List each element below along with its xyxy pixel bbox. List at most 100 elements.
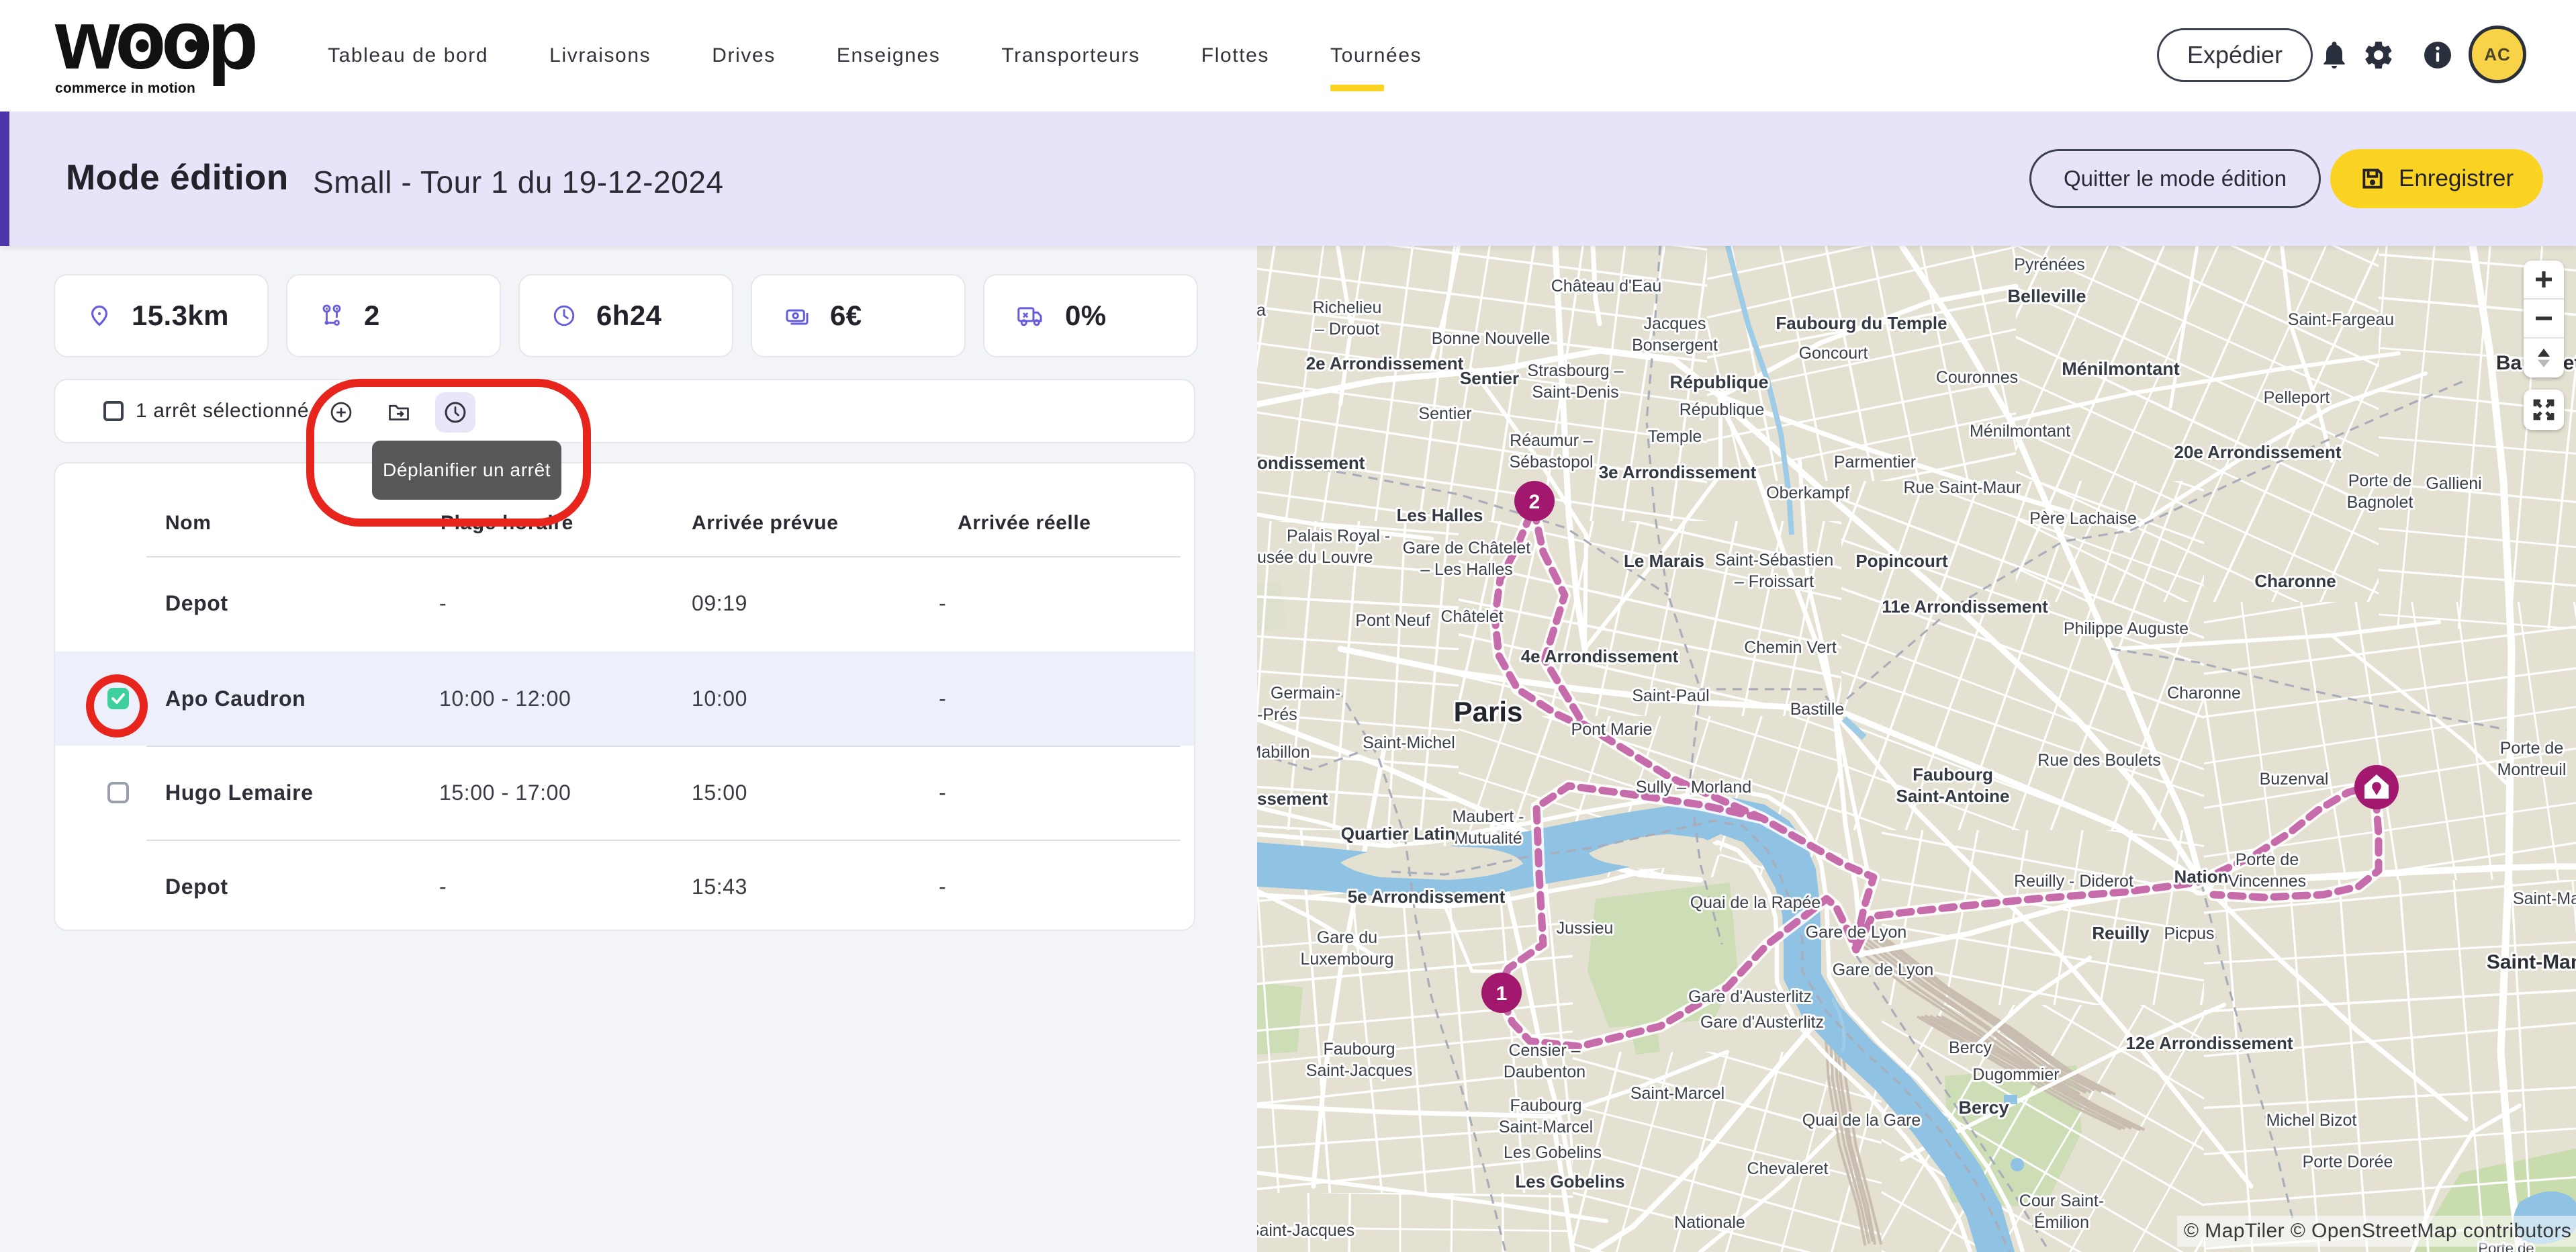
- svg-text:Émilion: Émilion: [2034, 1212, 2089, 1232]
- svg-text:Sentier: Sentier: [1418, 404, 1471, 423]
- svg-text:20e Arrondissement: 20e Arrondissement: [2174, 442, 2341, 462]
- svg-text:2e Arrondissement: 2e Arrondissement: [1306, 353, 1464, 373]
- svg-text:Gare du: Gare du: [1317, 928, 1377, 947]
- svg-text:Porte de: Porte de: [2348, 472, 2412, 490]
- svg-text:Maubert -: Maubert -: [1453, 807, 1524, 826]
- svg-text:Pyrénées: Pyrénées: [2014, 255, 2085, 274]
- svg-text:Chevaleret: Chevaleret: [1747, 1159, 1829, 1178]
- svg-text:Rue des Boulets: Rue des Boulets: [2037, 751, 2160, 770]
- svg-text:Le Marais: Le Marais: [1624, 551, 1704, 571]
- svg-text:Bercy: Bercy: [1949, 1038, 1992, 1057]
- svg-text:Parmentier: Parmentier: [1834, 453, 1916, 472]
- svg-text:Porte de: Porte de: [2236, 850, 2299, 869]
- svg-text:Saint-Marcel: Saint-Marcel: [1630, 1084, 1724, 1103]
- svg-text:Richelieu: Richelieu: [1313, 298, 1382, 317]
- svg-text:Sentier: Sentier: [1460, 368, 1519, 388]
- svg-text:Porte de: Porte de: [2500, 739, 2564, 758]
- svg-text:Picpus: Picpus: [2164, 924, 2214, 943]
- svg-text:Saint-Michel: Saint-Michel: [1363, 733, 1455, 752]
- svg-text:Jussieu: Jussieu: [1557, 919, 1614, 938]
- svg-text:Porte Dorée: Porte Dorée: [2303, 1153, 2393, 1171]
- svg-text:Saint-Denis: Saint-Denis: [1532, 383, 1618, 402]
- svg-text:Saint-Paul: Saint-Paul: [1632, 686, 1709, 705]
- svg-text:République: République: [1670, 372, 1769, 392]
- svg-text:Palais Royal -: Palais Royal -: [1287, 527, 1390, 545]
- svg-text:Ménilmontant: Ménilmontant: [2062, 359, 2180, 379]
- svg-text:Buzenval: Buzenval: [2260, 770, 2329, 789]
- svg-text:– Froissart: – Froissart: [1735, 572, 1814, 591]
- svg-text:-Prés: -Prés: [1257, 705, 1297, 724]
- svg-text:Saint-Jacques: Saint-Jacques: [1306, 1061, 1412, 1080]
- svg-text:woop: woop: [55, 12, 255, 87]
- svg-text:11e Arrondissement: 11e Arrondissement: [1882, 596, 2048, 617]
- svg-text:Daubenton: Daubenton: [1504, 1063, 1585, 1081]
- svg-text:Saint-Mandé: Saint-Mandé: [2487, 951, 2576, 973]
- svg-text:Gare de Châtelet: Gare de Châtelet: [1403, 539, 1530, 557]
- svg-text:a: a: [1257, 301, 1266, 320]
- svg-text:Montreuil: Montreuil: [2497, 760, 2567, 779]
- svg-text:Vincennes: Vincennes: [2228, 872, 2306, 891]
- svg-text:Faubourg du Temple: Faubourg du Temple: [1776, 313, 1947, 333]
- svg-text:Quartier Latin: Quartier Latin: [1341, 823, 1455, 844]
- svg-text:Pelleport: Pelleport: [2264, 388, 2330, 407]
- svg-text:Les Halles: Les Halles: [1397, 505, 1483, 525]
- svg-text:Saint-Ma: Saint-Ma: [2513, 889, 2576, 908]
- svg-text:Pont Neuf: Pont Neuf: [1355, 611, 1430, 630]
- svg-text:Sébastopol: Sébastopol: [1509, 453, 1593, 472]
- svg-text:Jacques: Jacques: [1643, 314, 1706, 333]
- svg-text:Nationale: Nationale: [1674, 1213, 1745, 1232]
- svg-text:Bagnolet: Bagnolet: [2347, 493, 2413, 512]
- svg-text:Chemin Vert: Chemin Vert: [1744, 638, 1837, 657]
- svg-text:Gallieni: Gallieni: [2426, 474, 2481, 493]
- svg-text:Père Lachaise: Père Lachaise: [2029, 509, 2137, 528]
- svg-text:Bercy: Bercy: [1958, 1098, 2009, 1118]
- svg-text:Ménilmontant: Ménilmontant: [1970, 422, 2070, 441]
- svg-text:usée du Louvre: usée du Louvre: [1257, 548, 1373, 567]
- svg-text:Saint-Marcel: Saint-Marcel: [1499, 1118, 1593, 1136]
- svg-text:Les Gobelins: Les Gobelins: [1504, 1143, 1602, 1162]
- svg-text:Pont Marie: Pont Marie: [1571, 720, 1653, 739]
- svg-text:commerce in motion: commerce in motion: [55, 81, 195, 96]
- svg-text:Saint-Jacques: Saint-Jacques: [1257, 1221, 1354, 1240]
- svg-text:Faubourg: Faubourg: [1913, 764, 1993, 785]
- svg-text:Châtelet: Châtelet: [1440, 607, 1503, 626]
- svg-text:Quai de la Gare: Quai de la Gare: [1802, 1111, 1921, 1130]
- svg-text:et: et: [2563, 352, 2576, 374]
- svg-text:Charonne: Charonne: [2167, 684, 2241, 703]
- svg-text:Couronnes: Couronnes: [1936, 368, 2018, 387]
- svg-text:3e Arrondissement: 3e Arrondissement: [1599, 462, 1757, 482]
- svg-text:Charonne: Charonne: [2254, 571, 2336, 591]
- svg-text:Faubourg: Faubourg: [1510, 1096, 1581, 1115]
- svg-text:– Les Halles: – Les Halles: [1420, 560, 1513, 579]
- svg-text:Strasbourg –: Strasbourg –: [1527, 361, 1623, 380]
- svg-text:Bastille: Bastille: [1790, 700, 1845, 719]
- svg-text:ssement: ssement: [1257, 789, 1328, 809]
- svg-text:Germain-: Germain-: [1271, 684, 1340, 703]
- svg-text:Bonsergent: Bonsergent: [1632, 336, 1718, 355]
- svg-text:Saint-Antoine: Saint-Antoine: [1896, 786, 2010, 806]
- svg-text:1: 1: [1496, 983, 1508, 1005]
- svg-text:Oberkampf: Oberkampf: [1766, 484, 1849, 502]
- svg-text:Nation: Nation: [2174, 866, 2229, 887]
- svg-text:Dugommier: Dugommier: [1972, 1065, 2059, 1084]
- svg-text:Reuilly: Reuilly: [2092, 923, 2150, 943]
- svg-text:Gare de Lyon: Gare de Lyon: [1806, 923, 1907, 942]
- svg-text:Faubourg: Faubourg: [1323, 1040, 1395, 1059]
- svg-text:Château d'Eau: Château d'Eau: [1551, 277, 1662, 296]
- svg-text:Philippe Auguste: Philippe Auguste: [2064, 619, 2189, 638]
- svg-text:Gare d'Austerlitz: Gare d'Austerlitz: [1700, 1013, 1824, 1032]
- svg-text:Saint-Fargeau: Saint-Fargeau: [2288, 310, 2394, 329]
- svg-text:Ba: Ba: [2496, 352, 2522, 374]
- svg-text:Gare de Lyon: Gare de Lyon: [1833, 960, 1934, 979]
- svg-text:12e Arrondissement: 12e Arrondissement: [2125, 1033, 2293, 1053]
- svg-text:Mutualité: Mutualité: [1454, 829, 1522, 848]
- svg-text:5e Arrondissement: 5e Arrondissement: [1348, 887, 1506, 907]
- svg-text:Rue Saint-Maur: Rue Saint-Maur: [1903, 478, 2021, 497]
- svg-text:Luxembourg: Luxembourg: [1301, 950, 1394, 969]
- svg-text:Popincourt: Popincourt: [1855, 551, 1948, 571]
- svg-text:Paris: Paris: [1454, 696, 1523, 727]
- svg-text:Gare d'Austerlitz: Gare d'Austerlitz: [1688, 987, 1812, 1006]
- svg-text:Les Gobelins: Les Gobelins: [1515, 1171, 1624, 1192]
- svg-text:Mabillon: Mabillon: [1257, 743, 1310, 762]
- svg-text:Michel Bizot: Michel Bizot: [2266, 1111, 2357, 1130]
